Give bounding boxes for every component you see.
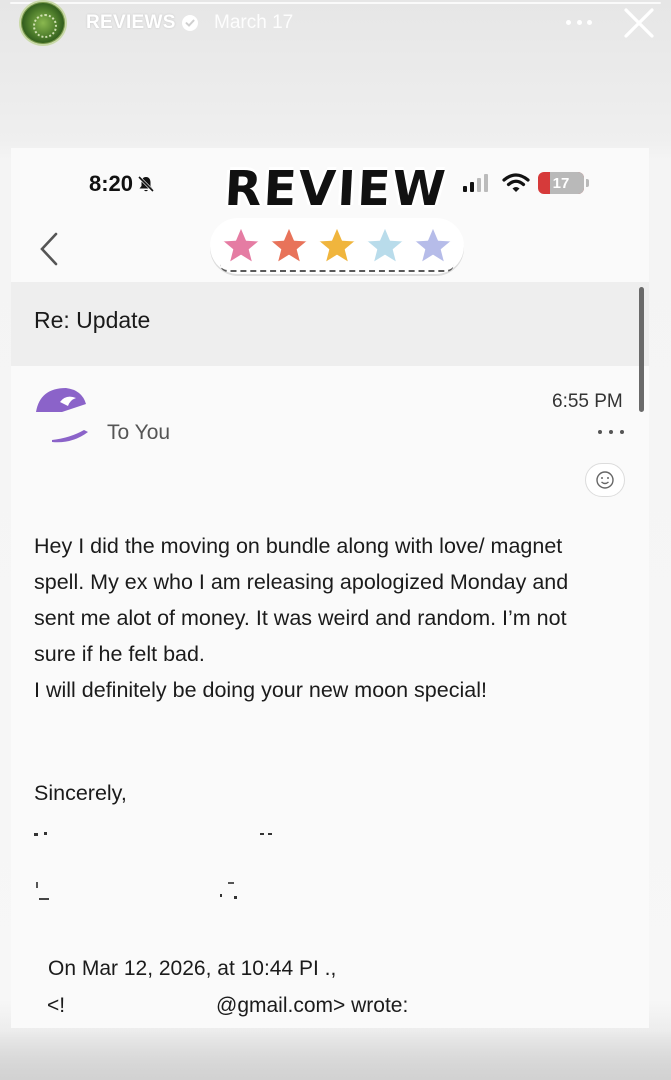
scrollbar[interactable]	[639, 287, 644, 412]
profile-avatar[interactable]	[19, 0, 67, 46]
email-body-line: spell. My ex who I am releasing apologiz…	[34, 570, 569, 594]
story-date: March 17	[214, 12, 294, 33]
battery-cap	[586, 179, 589, 187]
quoted-email-address: @gmail.com> wrote:	[216, 994, 409, 1017]
email-body-line: sure if he felt bad.	[34, 642, 205, 666]
email-more-icon[interactable]	[598, 428, 624, 436]
wifi-icon	[502, 173, 530, 192]
email-body-line: I will definitely be doing your new moon…	[34, 678, 487, 702]
battery-icon: 17	[538, 172, 584, 194]
star-rating-sticker	[210, 218, 464, 274]
story-view: REVIEWS March 17 8:20 REVIEW 17 Re: Upda…	[0, 0, 671, 1080]
email-signoff: Sincerely,	[34, 781, 127, 805]
redacted-name	[34, 832, 272, 836]
redacted-contact	[36, 882, 237, 900]
status-bar-icons: 17	[462, 170, 589, 196]
status-time-label: 8:20	[89, 171, 134, 196]
email-body: Hey I did the moving on bundle along wit…	[34, 528, 634, 708]
email-body-line: sent me alot of money. It was weird and …	[34, 606, 567, 630]
recipient-label: To You	[107, 421, 171, 444]
verified-icon	[181, 15, 198, 31]
bell-muted-icon	[137, 175, 155, 193]
email-time: 6:55 PM	[552, 391, 623, 412]
bottom-fade	[0, 1030, 671, 1080]
close-icon[interactable]	[622, 6, 656, 40]
quoted-email-prefix: <!	[47, 994, 66, 1017]
star-icon	[365, 226, 405, 264]
username-label: REVIEWS	[86, 12, 176, 33]
cellular-signal-icon	[463, 174, 488, 192]
status-bar-time: 8:20	[89, 171, 156, 197]
star-icon	[317, 226, 357, 264]
back-chevron-icon[interactable]	[36, 231, 60, 267]
emoji-reaction-button[interactable]	[585, 463, 625, 497]
star-icon	[269, 226, 309, 264]
battery-level: 17	[552, 174, 570, 192]
star-icon	[221, 226, 261, 264]
story-username[interactable]: REVIEWS	[86, 10, 198, 36]
email-subject: Re: Update	[34, 307, 151, 333]
quoted-header: On Mar 12, 2026, at 10:44 PI .,	[48, 957, 337, 980]
email-body-line: Hey I did the moving on bundle along wit…	[34, 534, 563, 558]
story-header: REVIEWS March 17	[0, 0, 671, 48]
review-sticker: REVIEW	[223, 161, 449, 217]
smiley-icon	[596, 471, 614, 489]
star-icon	[413, 226, 453, 264]
sender-avatar	[36, 388, 88, 443]
more-options-icon[interactable]	[562, 12, 596, 32]
